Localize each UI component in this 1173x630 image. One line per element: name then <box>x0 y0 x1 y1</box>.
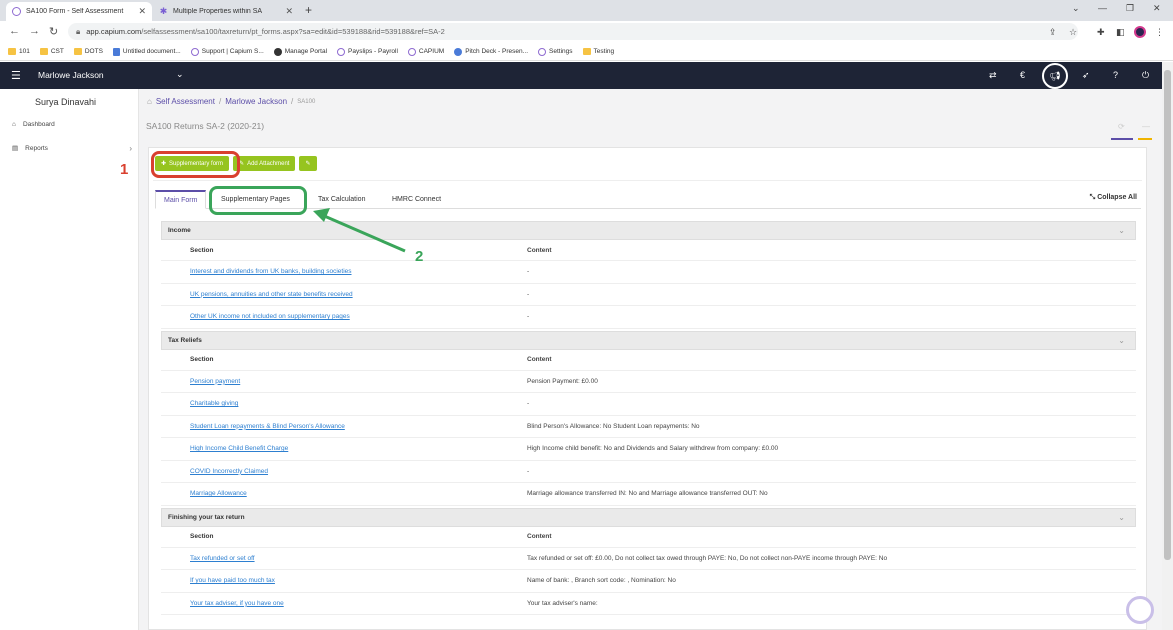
annotation-arrow <box>313 208 406 253</box>
scrollbar-thumb[interactable] <box>1164 70 1171 560</box>
vertical-scrollbar[interactable] <box>1162 62 1173 630</box>
chat-widget-icon[interactable] <box>1126 596 1154 624</box>
